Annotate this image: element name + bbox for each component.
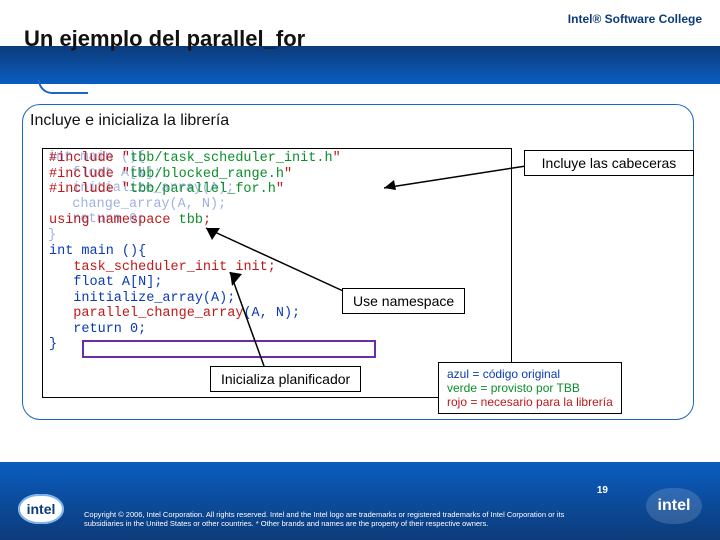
- section-subtitle: Incluye e inicializa la librería: [30, 112, 229, 130]
- legend-blue: azul = código original: [447, 367, 613, 381]
- arrow-headers: [380, 160, 530, 196]
- callout-init: Inicializa planificador: [210, 366, 361, 392]
- footer-band: intel Copyright © 2006, Intel Corporatio…: [0, 462, 720, 540]
- callout-namespace: Use namespace: [342, 288, 465, 314]
- legend-green: verde = provisto por TBB: [447, 381, 613, 395]
- intel-logo-left: intel: [18, 494, 64, 524]
- legend-red: rojo = necesario para la librería: [447, 395, 613, 409]
- callout-headers: Incluye las cabeceras: [524, 150, 694, 176]
- intel-logo-right: intel: [646, 488, 702, 524]
- slide-title: Un ejemplo del parallel_for: [24, 26, 305, 52]
- legend-box: azul = código original verde = provisto …: [438, 362, 622, 414]
- page-number: 19: [597, 485, 608, 496]
- arrow-init: [224, 266, 294, 370]
- copyright-text: Copyright © 2006, Intel Corporation. All…: [84, 510, 580, 528]
- title-connector: [38, 80, 88, 94]
- brand-label: Intel® Software College: [568, 12, 702, 26]
